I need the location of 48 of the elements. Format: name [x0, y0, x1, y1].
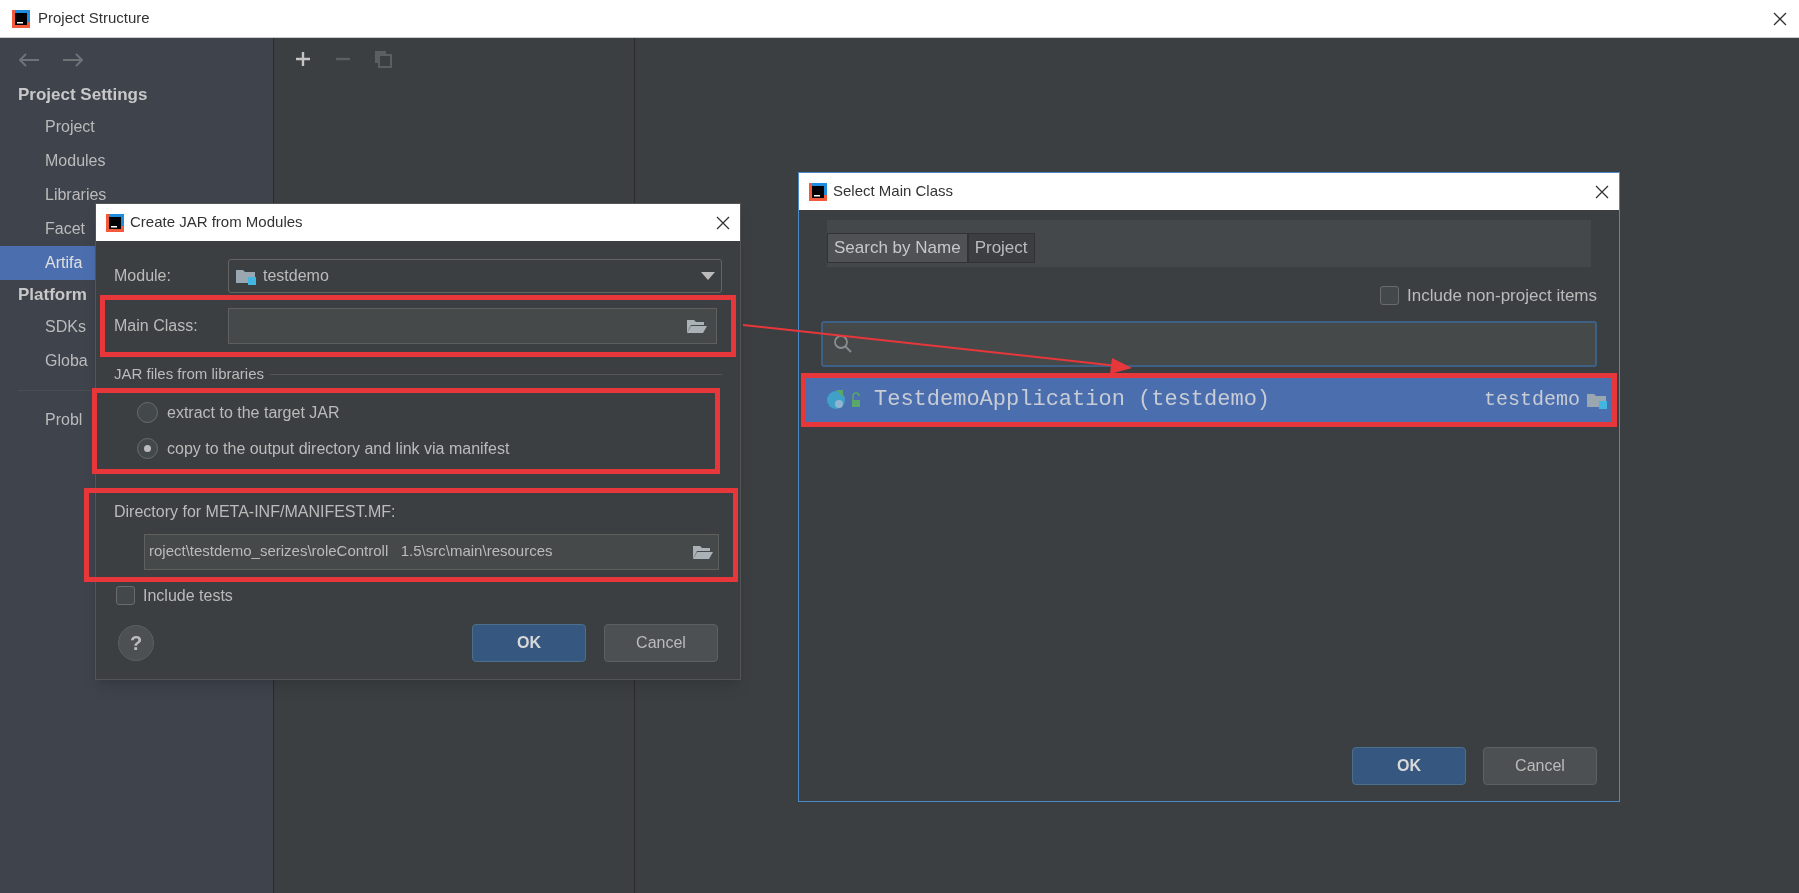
- app-logo-icon: [12, 9, 30, 28]
- dialog-title: Select Main Class: [833, 181, 954, 202]
- forward-arrow-icon[interactable]: [62, 52, 84, 68]
- field-label: Module:: [114, 266, 172, 286]
- search-field[interactable]: [821, 320, 1597, 367]
- module-dropdown[interactable]: testdemo: [228, 259, 722, 293]
- radio-button[interactable]: [137, 438, 158, 459]
- close-icon[interactable]: [1773, 11, 1787, 26]
- folder-icon[interactable]: [692, 543, 714, 560]
- field-label: Directory for META-INF/MANIFEST.MF:: [114, 501, 397, 522]
- checkbox-label[interactable]: Include tests: [143, 583, 233, 608]
- field-label: Main Class:: [114, 316, 199, 336]
- folder-icon: [235, 267, 257, 285]
- back-arrow-icon[interactable]: [18, 52, 40, 68]
- app-logo-icon: [809, 182, 827, 201]
- checkbox-label[interactable]: Include non-project items: [1407, 283, 1597, 309]
- copy-icon[interactable]: [374, 50, 392, 68]
- cancel-button[interactable]: Cancel: [1483, 747, 1597, 785]
- dropdown-caret-icon: [701, 272, 715, 280]
- radio-button[interactable]: [137, 402, 158, 423]
- section-heading: Project Settings: [18, 84, 148, 106]
- group-title: JAR files from libraries: [114, 364, 265, 384]
- checkbox[interactable]: [116, 586, 135, 605]
- checkbox[interactable]: [1380, 286, 1400, 306]
- folder-icon[interactable]: [686, 318, 708, 334]
- search-icon: [833, 333, 853, 354]
- close-icon[interactable]: [716, 215, 730, 230]
- class-name: TestdemoApplication (testdemo): [874, 386, 1272, 414]
- tab[interactable]: Project: [967, 233, 1035, 263]
- main-class-field[interactable]: [228, 308, 717, 344]
- help-button[interactable]: ?: [118, 624, 154, 661]
- cancel-button[interactable]: Cancel: [604, 623, 718, 662]
- close-icon[interactable]: [1595, 184, 1609, 199]
- add-icon[interactable]: [294, 50, 312, 68]
- manifest-directory-field[interactable]: roject\testdemo_serizes\roleControll 1.5\src\main\resources: [144, 533, 719, 570]
- module-name: testdemo: [1484, 386, 1580, 413]
- section-heading: Platform: [18, 284, 87, 306]
- dialog-title: Create JAR from Modules: [130, 212, 303, 233]
- app-logo-icon: [106, 213, 124, 232]
- tab[interactable]: Search by Name: [827, 233, 968, 263]
- radio-label[interactable]: copy to the output directory and link via manifest: [167, 436, 510, 461]
- sidebar-item[interactable]: Project: [0, 110, 273, 144]
- window-title: Project Structure: [38, 8, 150, 29]
- radio-label[interactable]: extract to the target JAR: [167, 400, 340, 425]
- class-list-row[interactable]: TestdemoApplication (testdemo) testdemo: [806, 377, 1612, 422]
- sidebar-item[interactable]: Modules: [0, 144, 273, 178]
- ok-button[interactable]: OK: [1352, 747, 1466, 785]
- ok-button[interactable]: OK: [472, 623, 586, 662]
